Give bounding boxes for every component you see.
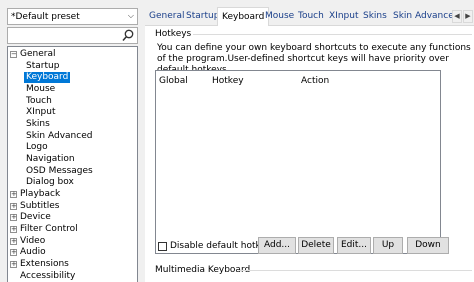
tree-item-video[interactable]: Video: [18, 236, 47, 247]
expand-icon[interactable]: +: [10, 249, 17, 256]
tree-item-device[interactable]: Device: [18, 212, 53, 223]
tree-item-audio[interactable]: Audio: [18, 247, 48, 258]
delete-button[interactable]: Delete: [298, 237, 334, 254]
expand-icon[interactable]: +: [10, 203, 17, 210]
divider: [193, 34, 472, 35]
tab-skin-advanced[interactable]: Skin Advance: [389, 9, 452, 25]
disable-default-hotkeys-checkbox[interactable]: [158, 241, 167, 251]
tree-item-keyboard[interactable]: Keyboard: [24, 72, 71, 83]
tree-item-osd-messages[interactable]: OSD Messages: [24, 166, 95, 177]
tab-mouse[interactable]: Mouse: [261, 9, 298, 25]
divider: [239, 270, 472, 271]
keyboard-page: Hotkeys You can define your own keyboard…: [145, 26, 474, 282]
tree-item-playback[interactable]: Playback: [18, 189, 62, 200]
preset-value: *Default preset: [11, 11, 80, 22]
expand-icon[interactable]: +: [10, 238, 17, 245]
chevron-down-icon: ⌵: [127, 11, 134, 20]
tree-item-mouse[interactable]: Mouse: [24, 84, 57, 95]
tree-item-accessibility[interactable]: Accessibility: [18, 271, 77, 282]
tree-item-general[interactable]: General: [18, 49, 57, 60]
tab-touch[interactable]: Touch: [294, 9, 328, 25]
tab-xinput[interactable]: XInput: [325, 9, 362, 25]
hotkeys-list[interactable]: Global Hotkey Action: [155, 70, 441, 254]
tab-skins[interactable]: Skins: [359, 9, 391, 25]
tree-item-startup[interactable]: Startup: [24, 61, 61, 72]
tab-bar: General Startup Keyboard Mouse Touch XIn…: [145, 7, 474, 27]
tree-item-subtitles[interactable]: Subtitles: [18, 201, 61, 212]
chevron-right-icon[interactable]: ▶: [463, 10, 473, 23]
chevron-left-icon[interactable]: ◀: [452, 10, 462, 23]
edit-button[interactable]: Edit...: [337, 237, 371, 254]
tree-item-xinput[interactable]: XInput: [24, 107, 57, 118]
expand-icon[interactable]: +: [10, 191, 17, 198]
hotkeys-group-title: Hotkeys: [155, 29, 192, 39]
tree-item-logo[interactable]: Logo: [24, 142, 50, 153]
down-button[interactable]: Down: [407, 237, 449, 254]
tree-item-navigation[interactable]: Navigation: [24, 154, 77, 165]
tree-item-dialog-box[interactable]: Dialog box: [24, 177, 76, 188]
collapse-icon[interactable]: −: [10, 51, 17, 58]
up-button[interactable]: Up: [373, 237, 403, 254]
settings-tree[interactable]: − General Startup Keyboard Mouse Touch X…: [7, 46, 138, 282]
search-icon: [122, 29, 134, 41]
search-input[interactable]: [7, 27, 138, 44]
preset-dropdown[interactable]: *Default preset ⌵: [7, 8, 138, 25]
tree-item-skin-advanced[interactable]: Skin Advanced: [24, 131, 94, 142]
expand-icon[interactable]: +: [10, 226, 17, 233]
column-header-action[interactable]: Action: [301, 76, 329, 86]
column-header-global[interactable]: Global: [159, 76, 188, 86]
tree-item-touch[interactable]: Touch: [24, 96, 54, 107]
expand-icon[interactable]: +: [10, 214, 17, 221]
multimedia-group-title: Multimedia Keyboard: [155, 265, 251, 275]
column-header-hotkey[interactable]: Hotkey: [212, 76, 244, 86]
tree-item-extensions[interactable]: Extensions: [18, 259, 71, 270]
add-button[interactable]: Add...: [258, 237, 296, 254]
tree-item-skins[interactable]: Skins: [24, 119, 52, 130]
expand-icon[interactable]: +: [10, 261, 17, 268]
tree-item-filter-control[interactable]: Filter Control: [18, 224, 80, 235]
